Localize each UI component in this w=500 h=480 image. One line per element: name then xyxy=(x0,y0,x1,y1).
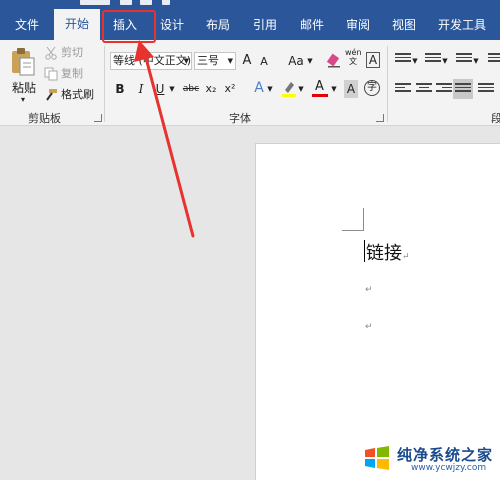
document-text[interactable]: 链接↵ xyxy=(366,239,410,265)
multilevel-dropdown-icon[interactable]: ▼ xyxy=(472,52,480,70)
underline-dropdown-icon[interactable]: ▼ xyxy=(168,80,176,98)
save-icon[interactable] xyxy=(120,0,132,5)
align-right-icon[interactable] xyxy=(436,83,452,97)
highlight-pen-icon[interactable] xyxy=(281,80,297,98)
character-border-button[interactable]: A xyxy=(366,52,380,68)
strikethrough-button[interactable]: abc xyxy=(182,80,200,98)
windows-logo-icon xyxy=(365,446,389,470)
undo-icon[interactable] xyxy=(140,0,152,5)
paragraph-mark: ↵ xyxy=(365,285,373,295)
paragraph-mark: ↵ xyxy=(365,322,373,332)
enclose-characters-button[interactable]: 字 xyxy=(364,80,380,96)
clipboard-group-label: 剪贴板 xyxy=(28,112,61,125)
bullets-dropdown-icon[interactable]: ▼ xyxy=(411,52,419,70)
ribbon-tab-bar: 文件 开始 插入 设计 布局 引用 邮件 审阅 视图 开发工具 xyxy=(0,0,500,40)
character-shading-button[interactable]: A xyxy=(344,80,358,98)
watermark-name: 纯净系统之家 xyxy=(397,446,494,464)
paragraph-group-label: 段 xyxy=(491,112,500,125)
paste-button[interactable]: 粘贴 xyxy=(12,79,36,96)
font-group-label: 字体 xyxy=(229,112,251,125)
paste-dropdown-icon[interactable]: ▾ xyxy=(21,95,25,104)
justify-icon xyxy=(455,83,471,97)
change-case-button[interactable]: Aa xyxy=(286,52,306,70)
copy-icon xyxy=(44,67,58,81)
italic-button[interactable]: I xyxy=(135,80,147,98)
shrink-font-button[interactable]: A xyxy=(258,53,270,71)
numbering-icon[interactable] xyxy=(425,53,441,67)
format-painter-button[interactable]: 格式刷 xyxy=(44,87,94,103)
multilevel-list-icon[interactable] xyxy=(456,53,472,67)
text-cursor xyxy=(364,240,365,262)
copy-label: 复制 xyxy=(61,67,83,80)
change-case-dropdown-icon[interactable]: ▼ xyxy=(306,52,314,70)
bold-button[interactable]: B xyxy=(114,80,126,98)
font-color-dropdown-icon[interactable]: ▼ xyxy=(330,80,338,98)
grow-font-button[interactable]: A xyxy=(240,52,254,70)
numbering-dropdown-icon[interactable]: ▼ xyxy=(441,52,449,70)
tab-home[interactable]: 开始 xyxy=(54,9,100,40)
clear-formatting-icon[interactable] xyxy=(326,53,342,69)
paragraph-mark: ↵ xyxy=(402,252,410,262)
chevron-down-icon: ▼ xyxy=(183,57,189,65)
text-effects-dropdown-icon[interactable]: ▼ xyxy=(266,80,274,98)
font-color-swatch xyxy=(312,94,328,97)
phonetic-guide-button[interactable]: wén 文 xyxy=(345,48,362,66)
bullets-icon[interactable] xyxy=(395,53,411,67)
copy-button[interactable]: 复制 xyxy=(44,66,83,82)
font-name-value: 等线 (中文正文) xyxy=(113,54,192,67)
redo-icon[interactable] xyxy=(162,0,170,5)
font-size-value: 三号 xyxy=(197,54,219,67)
watermark-url: www.ycwjzy.com xyxy=(411,463,487,473)
paste-icon[interactable] xyxy=(10,47,36,77)
font-name-combo[interactable]: 等线 (中文正文) ▼ xyxy=(110,52,192,70)
scissors-icon xyxy=(44,46,58,60)
tab-file[interactable]: 文件 xyxy=(8,14,46,36)
tab-review[interactable]: 审阅 xyxy=(338,14,378,36)
highlight-dropdown-icon[interactable]: ▼ xyxy=(297,80,305,98)
group-separator xyxy=(104,46,105,122)
align-left-icon[interactable] xyxy=(395,83,411,97)
chevron-down-icon: ▼ xyxy=(227,57,233,65)
group-separator xyxy=(387,46,388,122)
align-center-icon[interactable] xyxy=(416,83,432,97)
tab-design[interactable]: 设计 xyxy=(152,14,192,36)
cut-button[interactable]: 剪切 xyxy=(44,45,83,61)
format-painter-icon xyxy=(44,88,58,102)
distributed-icon[interactable] xyxy=(478,83,494,97)
document-page[interactable] xyxy=(255,143,500,480)
font-launcher-icon[interactable] xyxy=(376,114,384,122)
clipboard-launcher-icon[interactable] xyxy=(94,114,102,122)
font-color-button[interactable]: A xyxy=(312,79,328,99)
tab-mailings[interactable]: 邮件 xyxy=(292,14,332,36)
tab-view[interactable]: 视图 xyxy=(384,14,424,36)
quick-access-button[interactable] xyxy=(80,0,110,5)
font-color-letter: A xyxy=(315,79,324,94)
format-painter-label: 格式刷 xyxy=(61,88,94,101)
superscript-button[interactable]: x² xyxy=(222,80,238,98)
tab-layout[interactable]: 布局 xyxy=(198,14,238,36)
decrease-indent-icon[interactable] xyxy=(488,53,500,67)
text-effects-button[interactable]: A xyxy=(252,79,266,97)
cut-label: 剪切 xyxy=(61,46,83,59)
tab-references[interactable]: 引用 xyxy=(245,14,285,36)
justify-button[interactable] xyxy=(453,79,473,99)
insert-tab-highlight xyxy=(102,10,156,43)
document-text-content: 链接 xyxy=(366,243,402,264)
subscript-button[interactable]: x₂ xyxy=(203,80,219,98)
underline-button[interactable]: U xyxy=(154,80,166,98)
quick-access-toolbar xyxy=(80,0,220,6)
margin-corner-mark xyxy=(363,208,364,231)
font-size-combo[interactable]: 三号 ▼ xyxy=(194,52,236,70)
tab-developer[interactable]: 开发工具 xyxy=(430,14,494,36)
margin-corner-mark xyxy=(342,230,364,231)
